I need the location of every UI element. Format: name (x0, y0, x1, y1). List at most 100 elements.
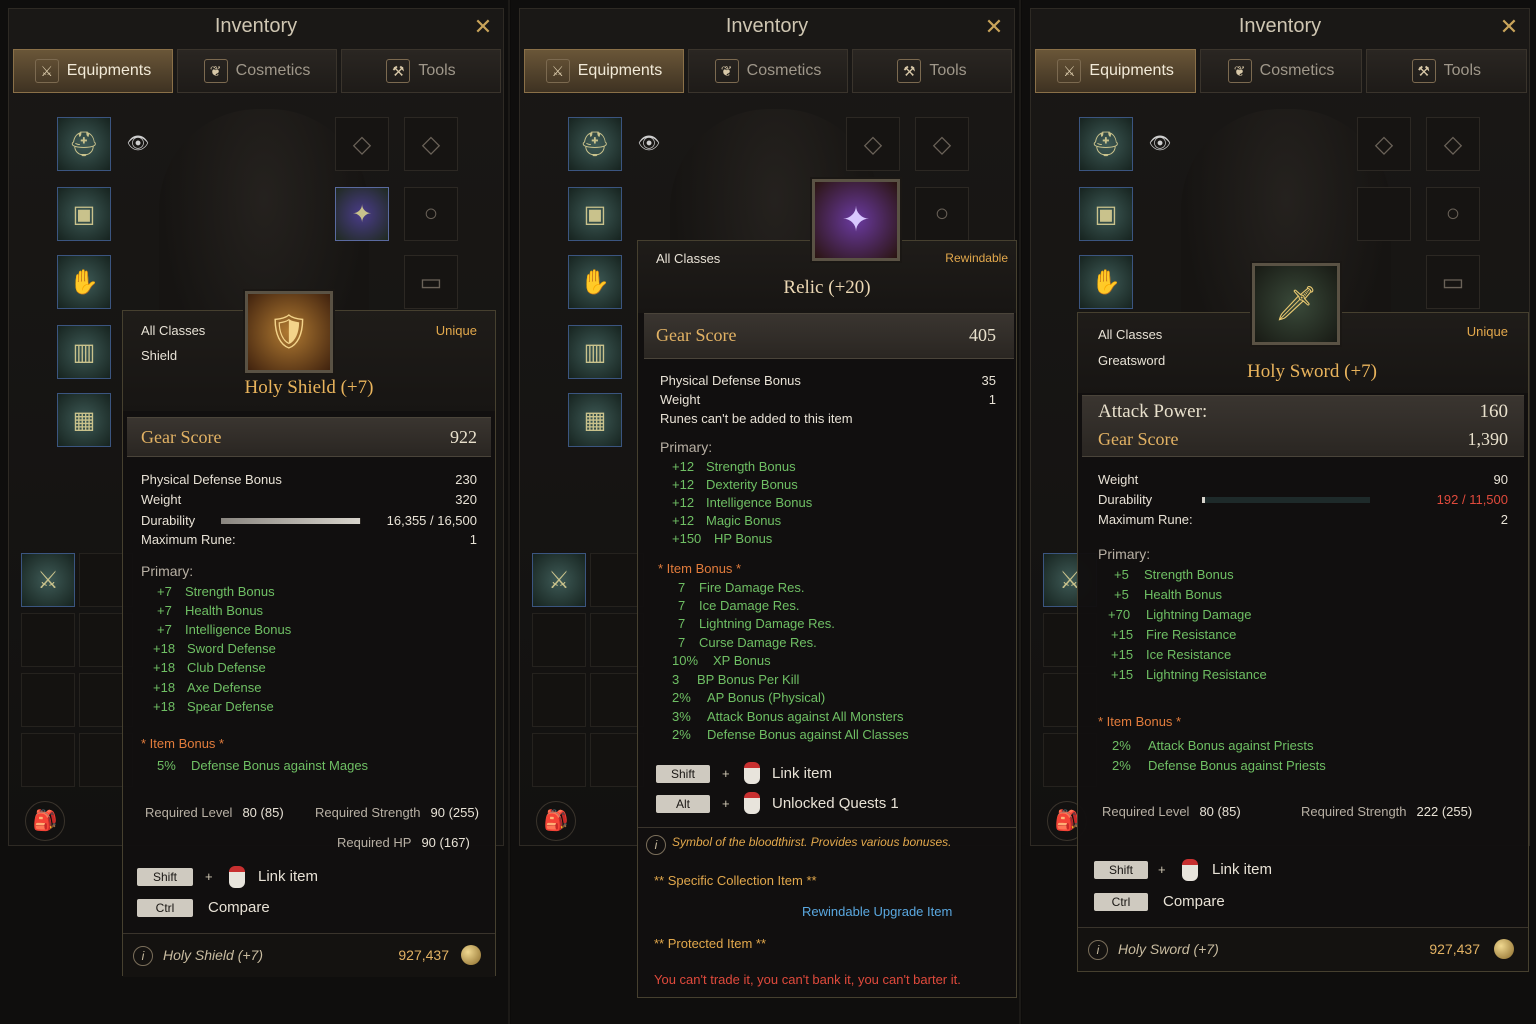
visibility-eye-icon[interactable]: 👁 (634, 133, 664, 153)
primary-bonus: +5 Strength Bonus (1114, 567, 1234, 582)
link-item-hint: Link item (1212, 861, 1273, 878)
belt-slot[interactable]: ▭ (1426, 255, 1480, 309)
relic-slot[interactable] (1357, 187, 1411, 241)
legs-slot[interactable]: ▥ (568, 325, 622, 379)
tab-tools[interactable]: ⚒ Tools (1365, 49, 1527, 93)
stat-value: 90 (1493, 472, 1508, 487)
helmet-slot[interactable]: ⛑ (57, 117, 111, 171)
close-icon[interactable]: ✕ (1497, 15, 1521, 39)
primary-bonus: +12 Magic Bonus (672, 513, 782, 528)
tab-equipments[interactable]: ⚔ Equipments (524, 49, 684, 93)
durability-fill (1202, 497, 1205, 503)
primary-bonus: +15 Lightning Resistance (1111, 667, 1267, 682)
stat-label: Maximum Rune: (1098, 512, 1193, 527)
tab-bar: ⚔ Equipments ❦ Cosmetics ⚒ Tools (13, 49, 501, 93)
stat-row: Weight 1 (660, 391, 996, 409)
item-bonus-label: * Item Bonus * (1098, 714, 1182, 729)
compare-hint: Compare (208, 899, 270, 916)
necklace-slot[interactable]: ○ (1426, 187, 1480, 241)
tab-tools[interactable]: ⚒ Tools (852, 49, 1012, 93)
item-bonus-label: * Item Bonus * (658, 561, 742, 576)
tab-cosmetics[interactable]: ❦ Cosmetics (688, 49, 848, 93)
primary-bonus: +18 Spear Defense (153, 699, 274, 714)
necklace-slot[interactable]: ○ (915, 187, 969, 241)
close-icon[interactable]: ✕ (471, 15, 495, 39)
helmet-slot[interactable]: ⛑ (568, 117, 622, 171)
visibility-eye-icon[interactable]: 👁 (123, 133, 153, 153)
ring-slot[interactable]: ◇ (846, 117, 900, 171)
stat-value: 230 (455, 472, 477, 487)
chest-slot[interactable]: ▣ (57, 187, 111, 241)
earring-slot-icon: ◇ (1443, 130, 1463, 158)
required-level: Required Level 80 (85) (1102, 804, 1241, 819)
gear-score-value: 922 (450, 427, 477, 447)
tab-equipments[interactable]: ⚔ Equipments (1035, 49, 1197, 93)
stat-label: Maximum Rune: (141, 532, 236, 547)
trade-warning: You can't trade it, you can't bank it, y… (654, 972, 961, 987)
bag-slot[interactable] (532, 673, 586, 727)
tab-label: Tools (418, 62, 456, 79)
boots-slot[interactable]: ▦ (57, 393, 111, 447)
plus-sign: + (1158, 862, 1166, 877)
chest-slot[interactable]: ▣ (1079, 187, 1133, 241)
bag-slot[interactable] (532, 733, 586, 787)
gloves-slot[interactable]: ✋ (57, 255, 111, 309)
gloves-slot[interactable]: ✋ (1079, 255, 1133, 309)
bag-slot[interactable] (590, 553, 644, 607)
bag-slot[interactable] (21, 733, 75, 787)
cosmetics-icon: ❦ (1227, 59, 1252, 83)
tab-label: Cosmetics (746, 62, 822, 79)
ring-slot[interactable]: ◇ (335, 117, 389, 171)
earring-slot-icon: ◇ (932, 130, 952, 158)
bag-icon[interactable]: 🎒 (25, 801, 65, 841)
bag-slot[interactable] (532, 613, 586, 667)
boots-icon: ▦ (583, 406, 607, 434)
primary-bonus: +7 Strength Bonus (157, 584, 275, 599)
helmet-slot[interactable]: ⛑ (1079, 117, 1133, 171)
tab-cosmetics[interactable]: ❦ Cosmetics (177, 49, 337, 93)
item-bonus: 2% Attack Bonus against Priests (1112, 738, 1314, 753)
item-class: All Classes (141, 323, 206, 338)
tab-equipments[interactable]: ⚔ Equipments (13, 49, 173, 93)
attack-power-value: 160 (1479, 401, 1509, 422)
boots-slot[interactable]: ▦ (568, 393, 622, 447)
bag-slot[interactable] (21, 673, 75, 727)
primary-bonus: +12 Intelligence Bonus (672, 495, 813, 510)
bag-slot[interactable] (590, 733, 644, 787)
earring-slot[interactable]: ◇ (915, 117, 969, 171)
tab-bar: ⚔ Equipments ❦ Cosmetics ⚒ Tools (524, 49, 1012, 93)
item-bonus: 7 Fire Damage Res. (678, 580, 805, 595)
chest-slot[interactable]: ▣ (568, 187, 622, 241)
item-bonus: 3 BP Bonus Per Kill (672, 672, 800, 687)
ctrl-key: Ctrl (1094, 893, 1148, 911)
bag-icon[interactable]: 🎒 (536, 801, 576, 841)
legs-slot[interactable]: ▥ (57, 325, 111, 379)
belt-slot[interactable]: ▭ (404, 255, 458, 309)
gloves-slot[interactable]: ✋ (568, 255, 622, 309)
stat-value: 35 (981, 373, 996, 388)
item-price: 927,437 (1429, 941, 1480, 957)
necklace-slot[interactable]: ○ (404, 187, 458, 241)
primary-bonus: +12 Strength Bonus (672, 459, 796, 474)
info-icon: i (133, 946, 153, 966)
bag-slot-weapon[interactable]: ⚔ (21, 553, 75, 607)
mouse-click-icon (744, 762, 760, 784)
tab-cosmetics[interactable]: ❦ Cosmetics (1200, 49, 1362, 93)
earring-slot[interactable]: ◇ (1426, 117, 1480, 171)
ring-slot[interactable]: ◇ (1357, 117, 1411, 171)
greatsword-icon: 🗡 (1274, 285, 1318, 323)
boots-icon: ▦ (72, 406, 96, 434)
bag-slot[interactable] (590, 673, 644, 727)
equipment-icon: ⚔ (1057, 59, 1082, 83)
plus-sign: + (205, 869, 213, 884)
visibility-eye-icon[interactable]: 👁 (1145, 133, 1175, 153)
shift-key: Shift (1094, 861, 1148, 879)
bag-slot[interactable] (590, 613, 644, 667)
bag-slot[interactable] (21, 613, 75, 667)
earring-slot[interactable]: ◇ (404, 117, 458, 171)
close-icon[interactable]: ✕ (982, 15, 1006, 39)
tab-tools[interactable]: ⚒ Tools (341, 49, 501, 93)
chest-armor-icon: ▣ (583, 200, 607, 228)
relic-slot[interactable]: ✦ (335, 187, 389, 241)
bag-slot-weapon[interactable]: ⚔ (532, 553, 586, 607)
